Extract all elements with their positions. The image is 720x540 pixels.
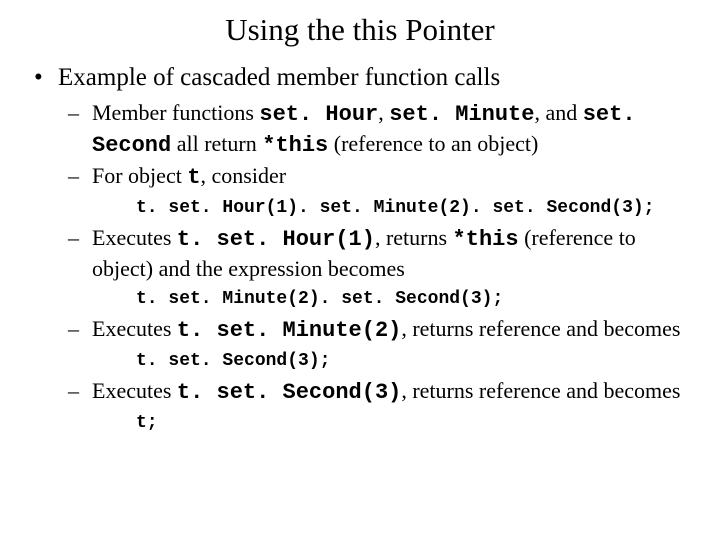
text-run: , returns reference and becomes (401, 316, 680, 341)
text-run: , returns reference and becomes (401, 378, 680, 403)
slide: Using the this Pointer Example of cascad… (0, 0, 720, 540)
slide-title: Using the this Pointer (30, 12, 690, 48)
code-inline: *this (453, 227, 519, 252)
bullet-list-level2: Member functions set. Hour, set. Minute,… (58, 99, 690, 435)
code-block: t. set. Hour(1). set. Minute(2). set. Se… (136, 197, 690, 220)
text-run: , returns (375, 225, 453, 250)
code-inline: t. set. Second(3) (177, 380, 401, 405)
code-inline: set. Minute (389, 102, 534, 127)
sub-item: Executes t. set. Hour(1), returns *this … (58, 224, 690, 283)
text-run: Executes (92, 225, 177, 250)
sub-item: For object t, consider (58, 162, 690, 193)
text-run: , and (534, 100, 582, 125)
code-inline: *this (262, 133, 328, 158)
sub-item: Member functions set. Hour, set. Minute,… (58, 99, 690, 160)
code-inline: t. set. Hour(1) (177, 227, 375, 252)
bullet-item: Example of cascaded member function call… (30, 62, 690, 435)
text-run: For object (92, 163, 187, 188)
code-block: t. set. Minute(2). set. Second(3); (136, 288, 690, 311)
text-run: , (378, 100, 389, 125)
text-run: Executes (92, 378, 177, 403)
text-run: (reference to an object) (328, 131, 538, 156)
text-run: Executes (92, 316, 177, 341)
code-inline: set. Hour (259, 102, 378, 127)
code-block: t; (136, 412, 690, 435)
code-block: t. set. Second(3); (136, 350, 690, 373)
bullet-text: Example of cascaded member function call… (58, 64, 500, 91)
text-run: all return (171, 131, 262, 156)
text-run: , consider (201, 163, 287, 188)
code-inline: t (187, 165, 200, 190)
sub-item: Executes t. set. Second(3), returns refe… (58, 377, 690, 408)
bullet-list-level1: Example of cascaded member function call… (30, 62, 690, 435)
sub-item: Executes t. set. Minute(2), returns refe… (58, 315, 690, 346)
code-inline: t. set. Minute(2) (177, 318, 401, 343)
text-run: Member functions (92, 100, 259, 125)
